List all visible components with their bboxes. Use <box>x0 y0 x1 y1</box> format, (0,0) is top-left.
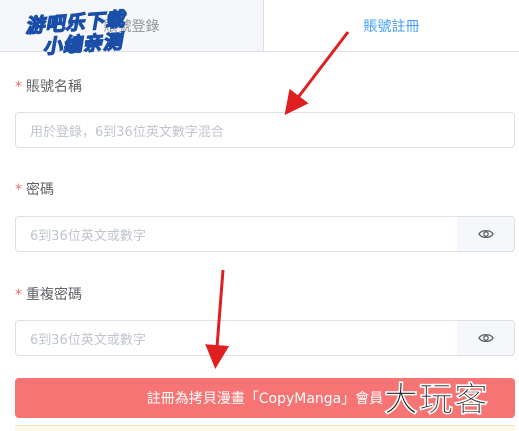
tab-login[interactable]: 賬號登錄 <box>0 0 264 51</box>
confirm-password-input[interactable]: 6到36位英文或數字 <box>15 320 458 356</box>
password-visibility-toggle[interactable] <box>457 216 515 252</box>
username-label-text: 賬號名稱 <box>26 79 82 95</box>
register-submit-button[interactable]: 註冊為拷貝漫畫「CopyManga」會員 <box>15 378 515 418</box>
password-placeholder: 6到36位英文或數字 <box>30 228 146 244</box>
username-placeholder: 用於登錄，6到36位英文數字混合 <box>30 124 224 140</box>
tab-register[interactable]: 賬號註冊 <box>264 0 519 51</box>
confirm-password-label: * 重複密碼 <box>15 284 82 304</box>
bottom-strip <box>15 425 515 431</box>
required-mark: * <box>15 287 22 303</box>
auth-tabs: 賬號登錄 賬號註冊 <box>0 0 519 52</box>
eye-icon <box>477 229 494 239</box>
tab-register-label: 賬號註冊 <box>363 18 420 35</box>
tab-login-label: 賬號登錄 <box>103 18 160 35</box>
password-input[interactable]: 6到36位英文或數字 <box>15 216 458 252</box>
password-label: * 密碼 <box>15 179 54 199</box>
confirm-password-visibility-toggle[interactable] <box>457 320 515 356</box>
required-mark: * <box>15 79 22 95</box>
register-submit-label: 註冊為拷貝漫畫「CopyManga」會員 <box>146 391 384 407</box>
confirm-password-placeholder: 6到36位英文或數字 <box>30 332 146 348</box>
password-label-text: 密碼 <box>26 182 54 198</box>
username-label: * 賬號名稱 <box>15 76 82 96</box>
confirm-password-label-text: 重複密碼 <box>26 287 82 303</box>
required-mark: * <box>15 182 22 198</box>
username-input[interactable]: 用於登錄，6到36位英文數字混合 <box>15 112 515 148</box>
eye-icon <box>477 333 494 343</box>
